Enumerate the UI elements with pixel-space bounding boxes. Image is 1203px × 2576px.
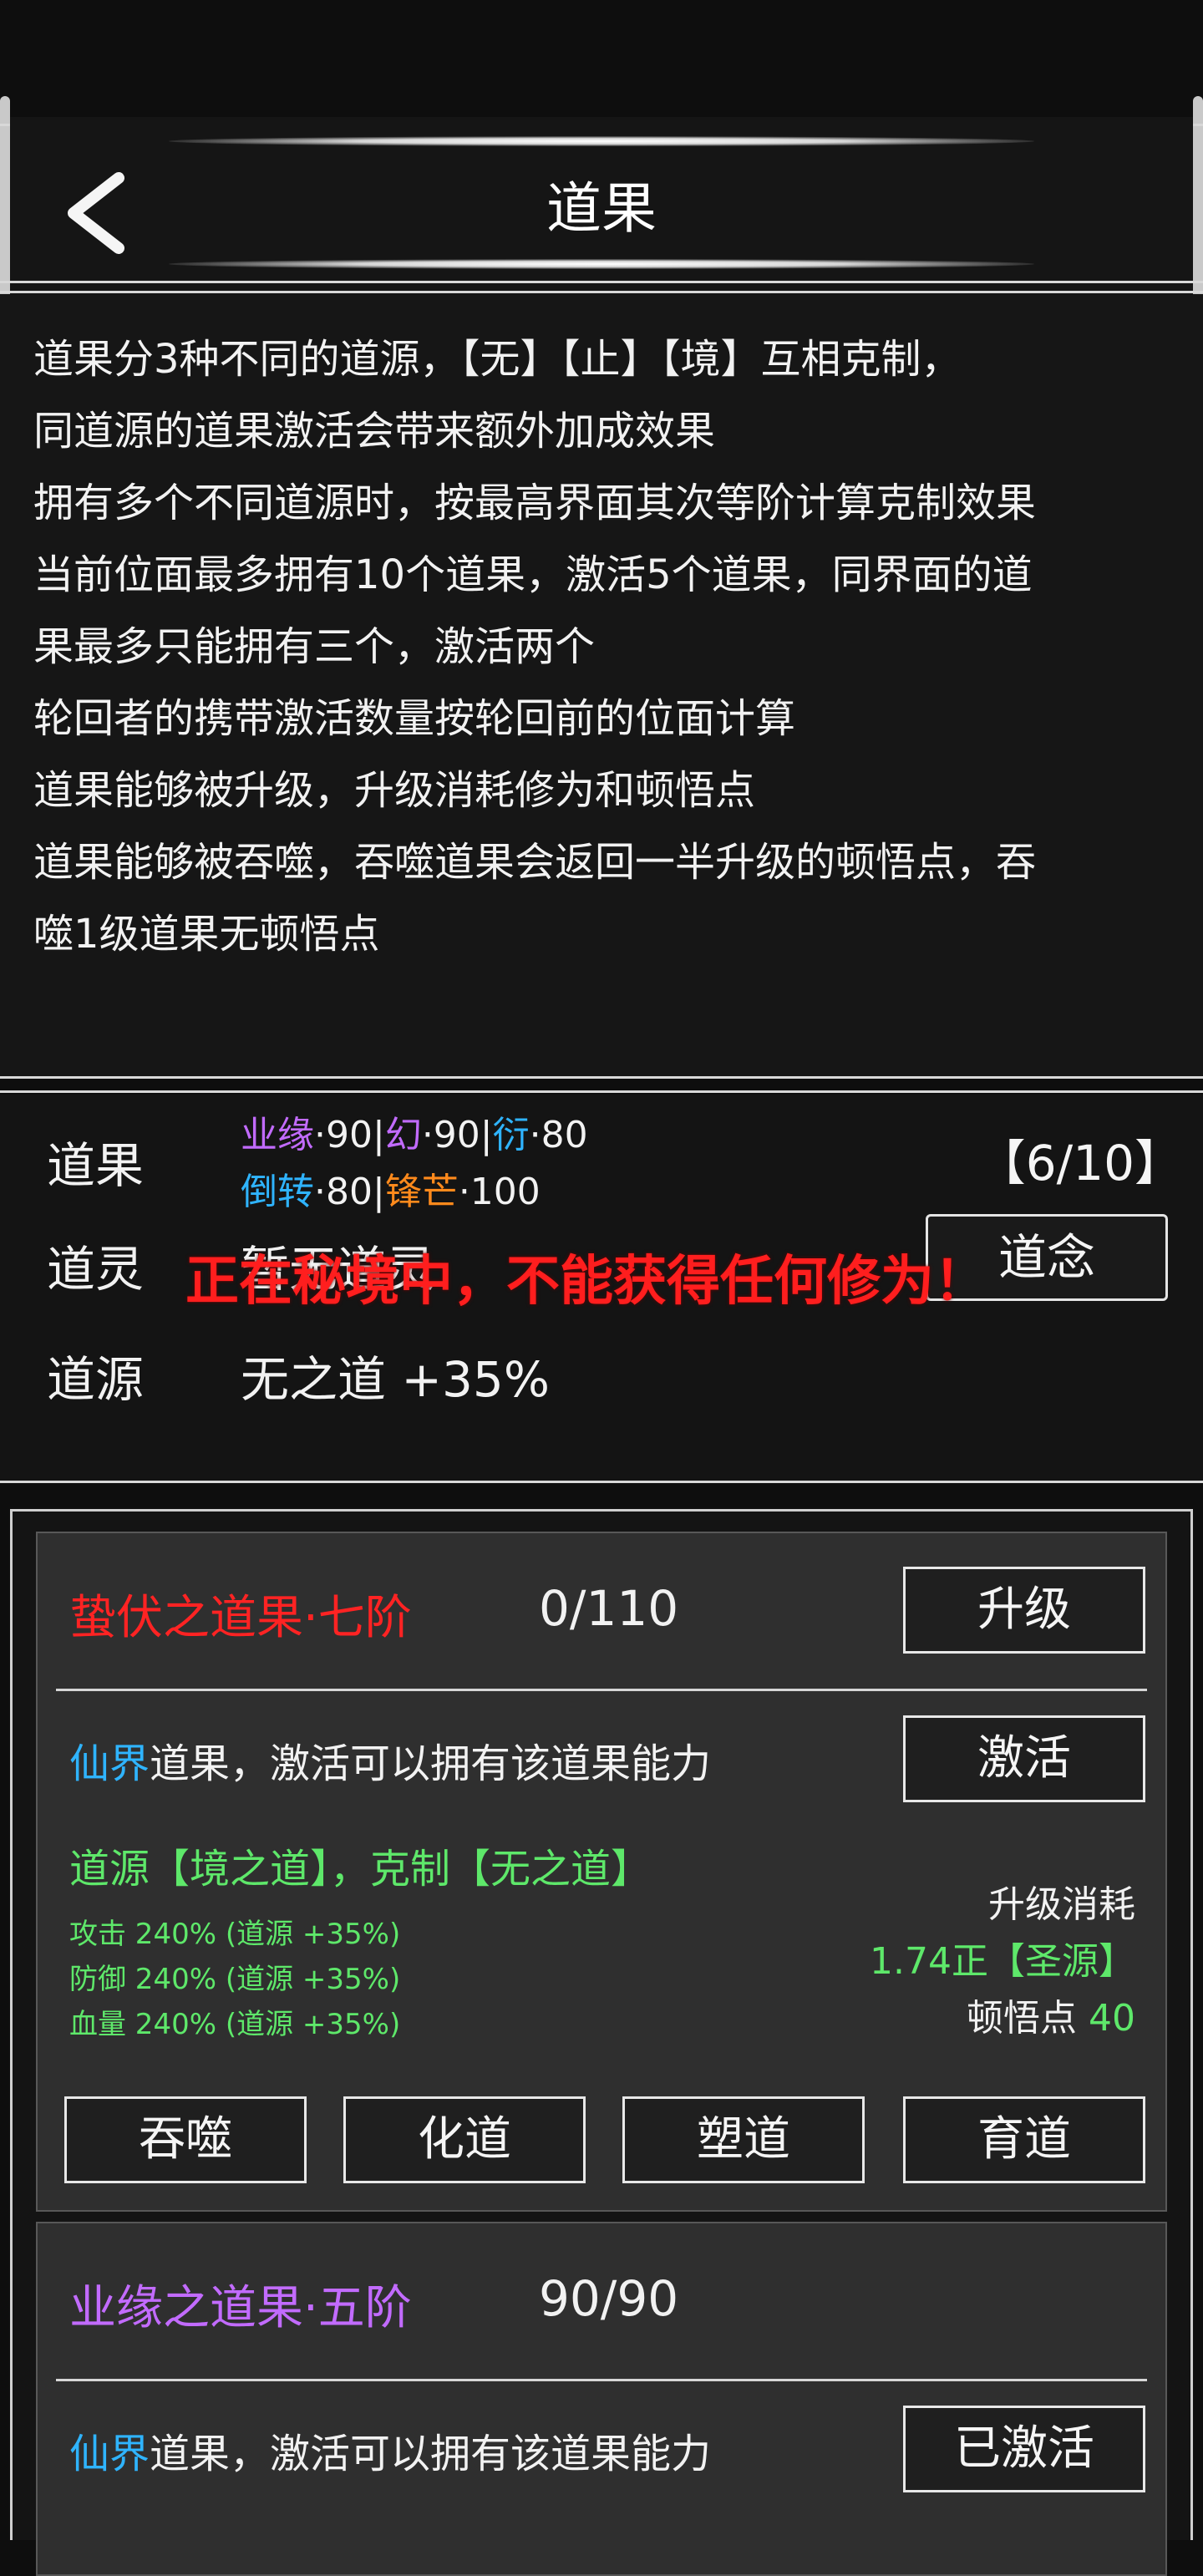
rule-line: 道果能够被吞噬，吞噬道果会返回一半升级的顿悟点，吞 (33, 839, 1037, 886)
header-bottom-line (0, 281, 1203, 283)
daoguo-description: 仙界道果，激活可以拥有该道果能力 (69, 2421, 711, 2479)
insight-value: 40 (1089, 1997, 1135, 2040)
huadao-button-label: 化道 (418, 2112, 511, 2167)
stat-name: 幻 (384, 1114, 422, 1156)
upgrade-button[interactable]: 升级 (903, 1567, 1145, 1654)
daoguo-name: 蛰伏之道果·七阶 (69, 1591, 412, 1645)
stat-separator: | (372, 1171, 385, 1213)
rule-line: 道果能够被升级，升级消耗修为和顿悟点 (33, 767, 756, 814)
rules-panel: 道果分3种不同的道源，【无】【止】【境】互相克制， 同道源的道果激活会带来额外加… (0, 294, 1203, 1076)
huadao-button[interactable]: 化道 (343, 2096, 586, 2183)
stat-separator: | (480, 1114, 493, 1156)
daoguo-stats-row-2: 倒转·80|锋芒·100 (241, 1161, 541, 1215)
rule-line: 拥有多个不同道源时，按最高界面其次等阶计算克制效果 (33, 480, 1037, 526)
activate-button[interactable]: 激活 (903, 1715, 1145, 1802)
header-glow-bottom (169, 259, 1034, 269)
rule-line: 当前位面最多拥有10个道果，激活5个道果，同界面的道 (33, 551, 1033, 598)
daoguo-progress: 90/90 (539, 2270, 679, 2327)
card-divider (56, 1689, 1147, 1691)
daoguo-card: 业缘之道果·五阶 90/90 仙界道果，激活可以拥有该道果能力 已激活 (36, 2222, 1167, 2576)
stat-defense: 防御 240% (道源 +35%) (69, 1963, 401, 1996)
status-top-line (0, 1090, 1203, 1093)
stat-value: ·90 (314, 1114, 373, 1156)
secret-realm-warning: 正在秘境中，不能获得任何修为！ (185, 1251, 987, 1313)
stat-attack: 攻击 240% (道源 +35%) (69, 1918, 401, 1951)
upgrade-cost-value: 1.74正【圣源】 (870, 1940, 1135, 1983)
activated-button[interactable]: 已激活 (903, 2406, 1145, 2492)
daoguo-description: 仙界道果，激活可以拥有该道果能力 (69, 1730, 711, 1789)
stat-name: 倒转 (241, 1171, 314, 1213)
sudao-button[interactable]: 塑道 (622, 2096, 865, 2183)
realm-name: 仙界 (69, 2431, 150, 2477)
stat-separator: | (372, 1114, 385, 1156)
description-text: 道果，激活可以拥有该道果能力 (150, 2431, 712, 2477)
rule-line: 轮回者的携带激活数量按轮回前的位面计算 (33, 695, 796, 742)
card-divider (56, 2379, 1147, 2381)
daonian-button-label: 道念 (997, 1229, 1095, 1286)
description-text: 道果，激活可以拥有该道果能力 (150, 1740, 712, 1787)
stat-name: 衍 (492, 1114, 530, 1156)
daoguo-progress: 0/110 (539, 1580, 679, 1637)
upgrade-cost-label: 升级消耗 (988, 1883, 1135, 1926)
stat-hp: 血量 240% (道源 +35%) (69, 2008, 401, 2041)
yudao-button-label: 育道 (977, 2112, 1071, 2167)
stat-value: ·100 (458, 1171, 541, 1213)
daoyuan-value: 无之道 +35% (241, 1351, 550, 1408)
stat-value: ·90 (421, 1114, 480, 1156)
header-bottom-line-2 (0, 291, 1203, 293)
daoguo-count: 【6/10】 (977, 1135, 1183, 1191)
rule-line: 道果分3种不同的道源，【无】【止】【境】互相克制， (33, 336, 962, 383)
header: 道果 (10, 117, 1193, 301)
page-title: 道果 (546, 176, 657, 241)
stat-value: ·80 (529, 1114, 588, 1156)
daoyuan-source-line: 道源【境之道】，克制【无之道】 (69, 1846, 652, 1893)
sudao-button-label: 塑道 (697, 2112, 790, 2167)
activated-button-label: 已激活 (954, 2421, 1094, 2476)
back-button[interactable] (53, 163, 154, 263)
yudao-button[interactable]: 育道 (903, 2096, 1145, 2183)
devour-button-label: 吞噬 (139, 2112, 232, 2167)
insight-points: 顿悟点 40 (967, 1988, 1135, 2041)
upgrade-button-label: 升级 (977, 1583, 1071, 1637)
stat-name: 业缘 (241, 1114, 314, 1156)
realm-name: 仙界 (69, 1740, 150, 1787)
daoguo-card: 蛰伏之道果·七阶 0/110 升级 仙界道果，激活可以拥有该道果能力 激活 道源… (36, 1532, 1167, 2212)
rules-divider (0, 1076, 1203, 1079)
rule-line: 噬1级道果无顿悟点 (33, 911, 380, 958)
daoling-label: 道灵 (47, 1241, 145, 1298)
daoyuan-label: 道源 (47, 1351, 145, 1408)
daoguo-list: 蛰伏之道果·七阶 0/110 升级 仙界道果，激活可以拥有该道果能力 激活 道源… (10, 1509, 1193, 2576)
stat-value: ·80 (314, 1171, 373, 1213)
activate-button-label: 激活 (977, 1731, 1071, 1786)
daoguo-label: 道果 (47, 1137, 145, 1194)
rule-line: 果最多只能拥有三个，激活两个 (33, 623, 596, 670)
daoguo-stats-row-1: 业缘·90|幻·90|衍·80 (241, 1105, 588, 1158)
rule-line: 同道源的道果激活会带来额外加成效果 (33, 408, 716, 455)
daoguo-name: 业缘之道果·五阶 (69, 2281, 412, 2335)
chevron-left-icon (68, 172, 124, 254)
stat-name: 锋芒 (384, 1171, 459, 1213)
devour-button[interactable]: 吞噬 (64, 2096, 307, 2183)
insight-label: 顿悟点 (967, 1997, 1077, 2040)
status-bottom-line (0, 1481, 1203, 1483)
